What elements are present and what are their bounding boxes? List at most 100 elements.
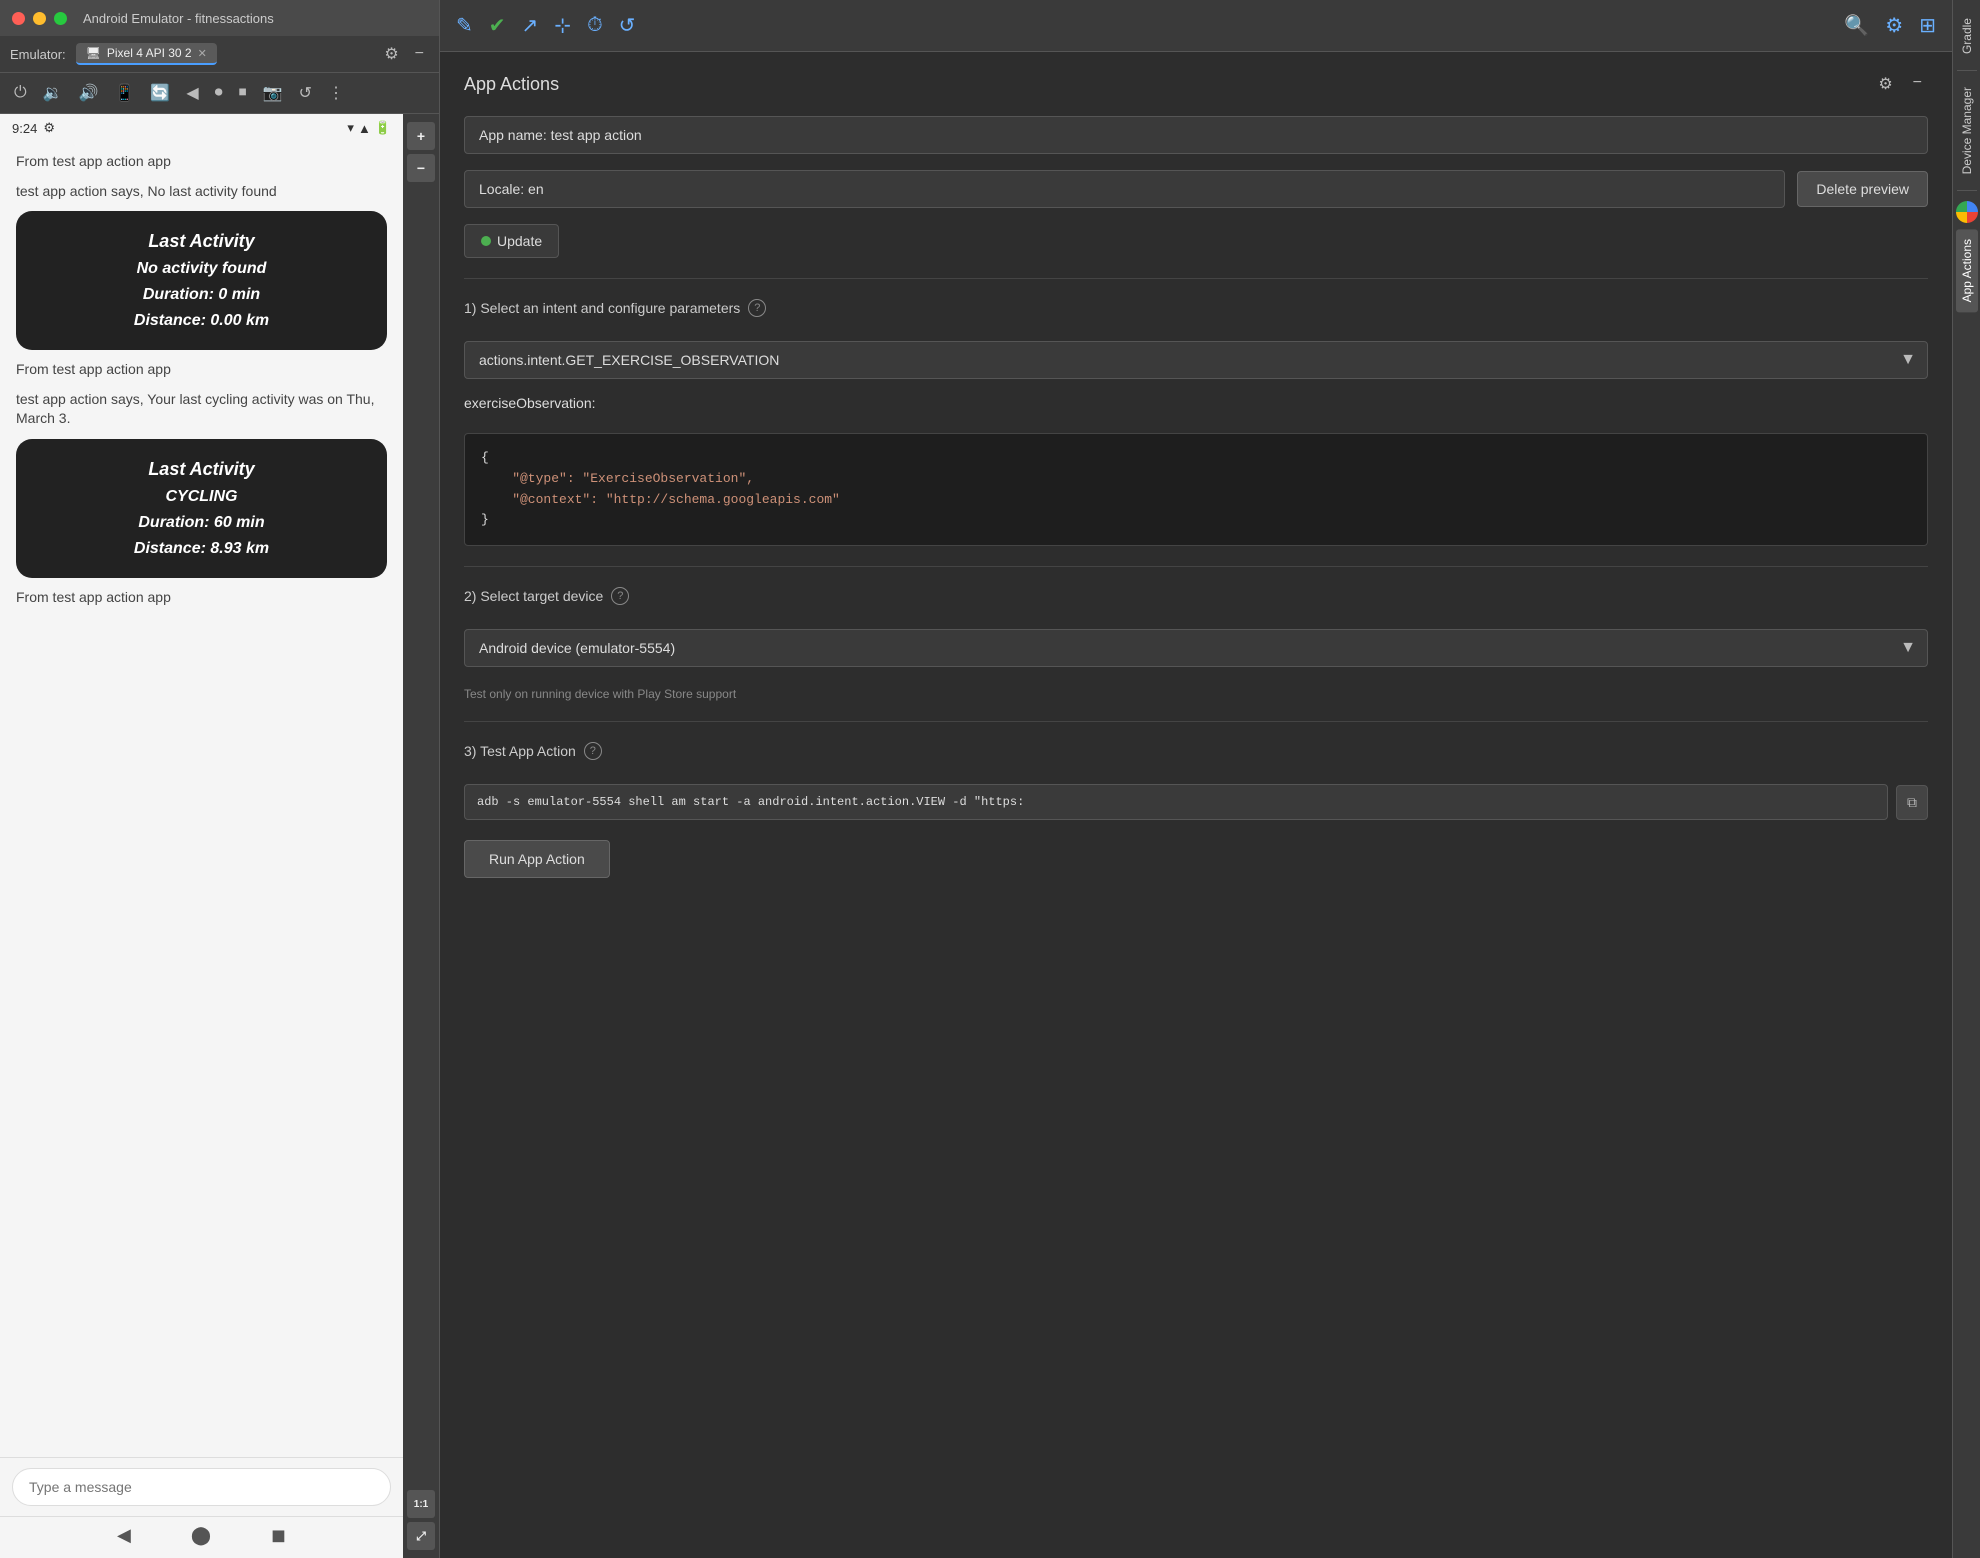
intent-dropdown[interactable]: actions.intent.GET_EXERCISE_OBSERVATION	[464, 341, 1928, 379]
emulator-phone-wrapper: 9:24 ⚙ ▾ ▲ 🔋 From test app action app te…	[0, 114, 439, 1558]
adb-command-input[interactable]	[464, 784, 1888, 820]
arrow-up-icon[interactable]: ↗	[522, 13, 539, 38]
section-minimize-icon[interactable]: −	[1907, 72, 1928, 96]
more-icon[interactable]: ⋮	[322, 79, 350, 107]
gradle-tab[interactable]: Gradle	[1956, 8, 1978, 64]
device-tab[interactable]: 🖥 Pixel 4 API 30 2 ✕	[76, 43, 217, 65]
search-icon[interactable]: 🔍	[1844, 13, 1869, 38]
update-dot	[481, 236, 491, 246]
battery-icon: 🔋	[375, 120, 391, 136]
ratio-btn[interactable]: 1:1	[407, 1490, 435, 1518]
chat-text-2: test app action says, Your last cycling …	[16, 390, 387, 429]
recents-button[interactable]: ◼	[271, 1525, 286, 1546]
check-icon[interactable]: ✔	[489, 13, 506, 38]
step3-help-icon[interactable]: ?	[584, 742, 602, 760]
phone-content[interactable]: From test app action app test app action…	[0, 142, 403, 1457]
step3-text: 3) Test App Action	[464, 743, 576, 759]
statusbar-settings-icon: ⚙	[43, 120, 55, 136]
card2-title: Last Activity	[148, 459, 254, 480]
card2-line3: Distance: 8.93 km	[134, 540, 269, 558]
device-hint: Test only on running device with Play St…	[464, 687, 1928, 701]
step3-label: 3) Test App Action ?	[464, 742, 1928, 760]
phone-navbar: ◀ ⬤ ◼	[0, 1516, 403, 1558]
code-line-2: "@context": "http://schema.googleapis.co…	[481, 492, 840, 507]
app-actions-tab[interactable]: App Actions	[1956, 229, 1978, 312]
divider-1	[464, 278, 1928, 279]
chat-from-2: From test app action app	[16, 360, 387, 380]
adb-command-row: ⧉	[464, 784, 1928, 820]
record-icon[interactable]: ⏺	[209, 80, 229, 106]
card1-line1: No activity found	[137, 260, 267, 278]
code-line-3: }	[481, 512, 489, 527]
step1-label: 1) Select an intent and configure parame…	[464, 299, 1928, 317]
divider-2	[464, 566, 1928, 567]
section-settings-icon[interactable]: ⚙	[1872, 72, 1898, 96]
signal-icon: ▲	[358, 121, 371, 136]
code-editor[interactable]: { "@type": "ExerciseObservation", "@cont…	[464, 433, 1928, 546]
app-name-field[interactable]	[464, 116, 1928, 154]
edit-icon[interactable]: ✎	[456, 13, 473, 38]
card1-line2: Duration: 0 min	[143, 286, 260, 304]
traffic-light-yellow[interactable]	[33, 12, 46, 25]
update-btn-label: Update	[497, 233, 542, 249]
device-dropdown[interactable]: Android device (emulator-5554)	[464, 629, 1928, 667]
home-button[interactable]: ⬤	[191, 1525, 211, 1546]
message-input-area	[0, 1457, 403, 1516]
message-input[interactable]	[12, 1468, 391, 1506]
volume-down-icon[interactable]: 🔉	[37, 79, 69, 107]
device-dropdown-wrapper[interactable]: Android device (emulator-5554) ▼	[464, 629, 1928, 667]
step1-help-icon[interactable]: ?	[748, 299, 766, 317]
emulator-side-toolbar: ⏻ 🔉 🔊 📱 🔄 ◀ ⏺ ⏹ 📷 ↺ ⋮	[0, 73, 439, 114]
rotate-icon[interactable]: 📱	[109, 79, 141, 107]
emulator-label: Emulator:	[10, 47, 66, 62]
traffic-light-red[interactable]	[12, 12, 25, 25]
section-title: App Actions	[464, 74, 559, 95]
power-icon[interactable]: ⏻	[8, 80, 33, 106]
run-app-action-btn[interactable]: Run App Action	[464, 840, 610, 878]
back-nav-icon[interactable]: ◀	[180, 79, 204, 107]
clock-icon[interactable]: ⏱	[587, 14, 603, 37]
right-side: ✎ ✔ ↗ ⊹ ⏱ ↺ 🔍 ⚙ ⊞ App Actions ⚙ −	[440, 0, 1980, 1558]
minimize-icon[interactable]: −	[410, 43, 429, 65]
intent-dropdown-wrapper[interactable]: actions.intent.GET_EXERCISE_OBSERVATION …	[464, 341, 1928, 379]
tab-separator-1	[1957, 70, 1977, 71]
close-device-tab[interactable]: ✕	[198, 47, 207, 60]
settings-icon[interactable]: ⚙	[379, 42, 403, 66]
app-actions-content: App Actions ⚙ − Delete preview Update	[440, 52, 1952, 1558]
code-line-1: "@type": "ExerciseObservation",	[481, 471, 754, 486]
stop-icon[interactable]: ⏹	[233, 80, 253, 106]
copy-adb-btn[interactable]: ⧉	[1896, 785, 1928, 820]
divider-3	[464, 721, 1928, 722]
step2-help-icon[interactable]: ?	[611, 587, 629, 605]
back-button[interactable]: ◀	[117, 1525, 131, 1546]
section-header: App Actions ⚙ −	[464, 72, 1928, 96]
activity-card-1: Last Activity No activity found Duration…	[16, 211, 387, 350]
add-icon[interactable]: ⊹	[554, 13, 571, 38]
screenshot-icon[interactable]: 📷	[257, 79, 289, 107]
zoom-out-btn[interactable]: −	[407, 154, 435, 182]
undo-icon[interactable]: ↺	[619, 13, 636, 38]
chat-from-3: From test app action app	[16, 588, 387, 608]
volume-up-icon[interactable]: 🔊	[73, 79, 105, 107]
step2-label: 2) Select target device ?	[464, 587, 1928, 605]
fullscreen-btn[interactable]: ⤢	[407, 1522, 435, 1550]
device-manager-tab[interactable]: Device Manager	[1956, 77, 1978, 184]
reset-icon[interactable]: ↺	[293, 79, 318, 107]
statusbar-time: 9:24	[12, 121, 37, 136]
layout-icon[interactable]: ⊞	[1919, 13, 1936, 38]
step1-text: 1) Select an intent and configure parame…	[464, 300, 740, 316]
emulator-panel: Android Emulator - fitnessactions Emulat…	[0, 0, 440, 1558]
delete-preview-btn[interactable]: Delete preview	[1797, 171, 1928, 207]
rotate2-icon[interactable]: 🔄	[144, 79, 176, 107]
settings-gear-icon[interactable]: ⚙	[1885, 13, 1903, 38]
traffic-light-green[interactable]	[54, 12, 67, 25]
card1-title: Last Activity	[148, 231, 254, 252]
device-tab-label: Pixel 4 API 30 2	[107, 46, 192, 60]
phone-screen: 9:24 ⚙ ▾ ▲ 🔋 From test app action app te…	[0, 114, 403, 1558]
locale-field[interactable]	[464, 170, 1785, 208]
tab-separator-2	[1957, 190, 1977, 191]
zoom-in-btn[interactable]: +	[407, 122, 435, 150]
emulator-titlebar: Android Emulator - fitnessactions	[0, 0, 439, 36]
update-btn[interactable]: Update	[464, 224, 559, 258]
wifi-icon: ▾	[347, 120, 354, 136]
